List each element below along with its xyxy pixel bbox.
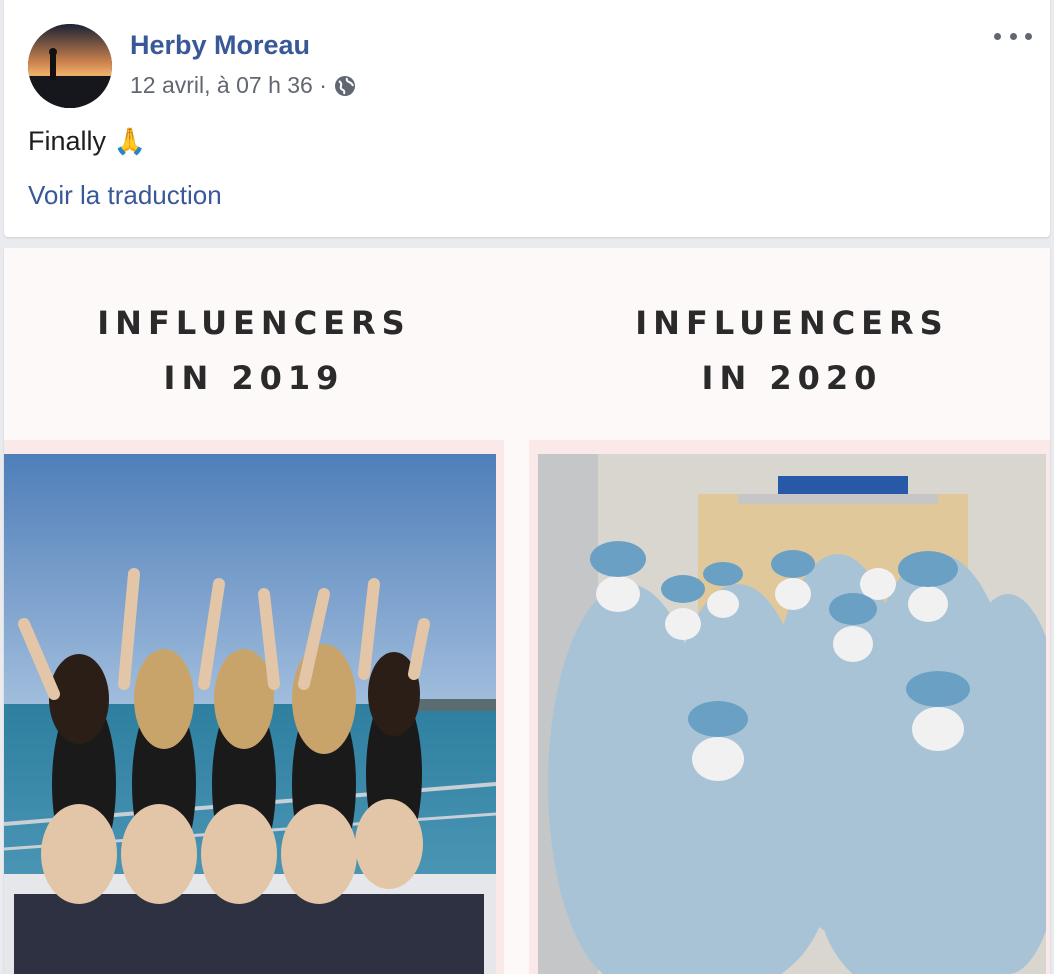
post-text-content: Finally xyxy=(28,126,107,156)
post-header-card: Herby Moreau 12 avril, à 07 h 36 · Final… xyxy=(4,0,1050,237)
meme-title-2020: INFLUENCERS IN 2020 xyxy=(534,296,1050,406)
praying-hands-emoji: 🙏 xyxy=(113,126,146,156)
post-meta: 12 avril, à 07 h 36 · xyxy=(130,72,357,99)
meme-title-2020-line2: IN 2020 xyxy=(701,359,883,397)
author-name[interactable]: Herby Moreau xyxy=(130,30,310,61)
avatar[interactable] xyxy=(28,24,112,108)
meme-title-2019-line1: INFLUENCERS xyxy=(97,304,411,342)
avatar-image xyxy=(28,24,112,108)
more-options-icon[interactable] xyxy=(994,24,1032,48)
medical-staff-photo xyxy=(538,454,1046,974)
meme-title-2020-line1: INFLUENCERS xyxy=(635,304,949,342)
globe-icon[interactable] xyxy=(333,74,357,98)
post-text: Finally 🙏 xyxy=(28,126,146,157)
boat-photo xyxy=(4,454,496,974)
photo-frame-2020 xyxy=(529,440,1050,974)
meme-title-2019: INFLUENCERS IN 2019 xyxy=(4,296,504,406)
post-timestamp[interactable]: 12 avril, à 07 h 36 · xyxy=(130,72,327,99)
see-translation-link[interactable]: Voir la traduction xyxy=(28,180,222,211)
photo-frame-2019 xyxy=(4,440,504,974)
post-media[interactable]: INFLUENCERS IN 2019 INFLUENCERS IN 2020 xyxy=(4,248,1050,974)
meme-title-2019-line2: IN 2019 xyxy=(163,359,345,397)
